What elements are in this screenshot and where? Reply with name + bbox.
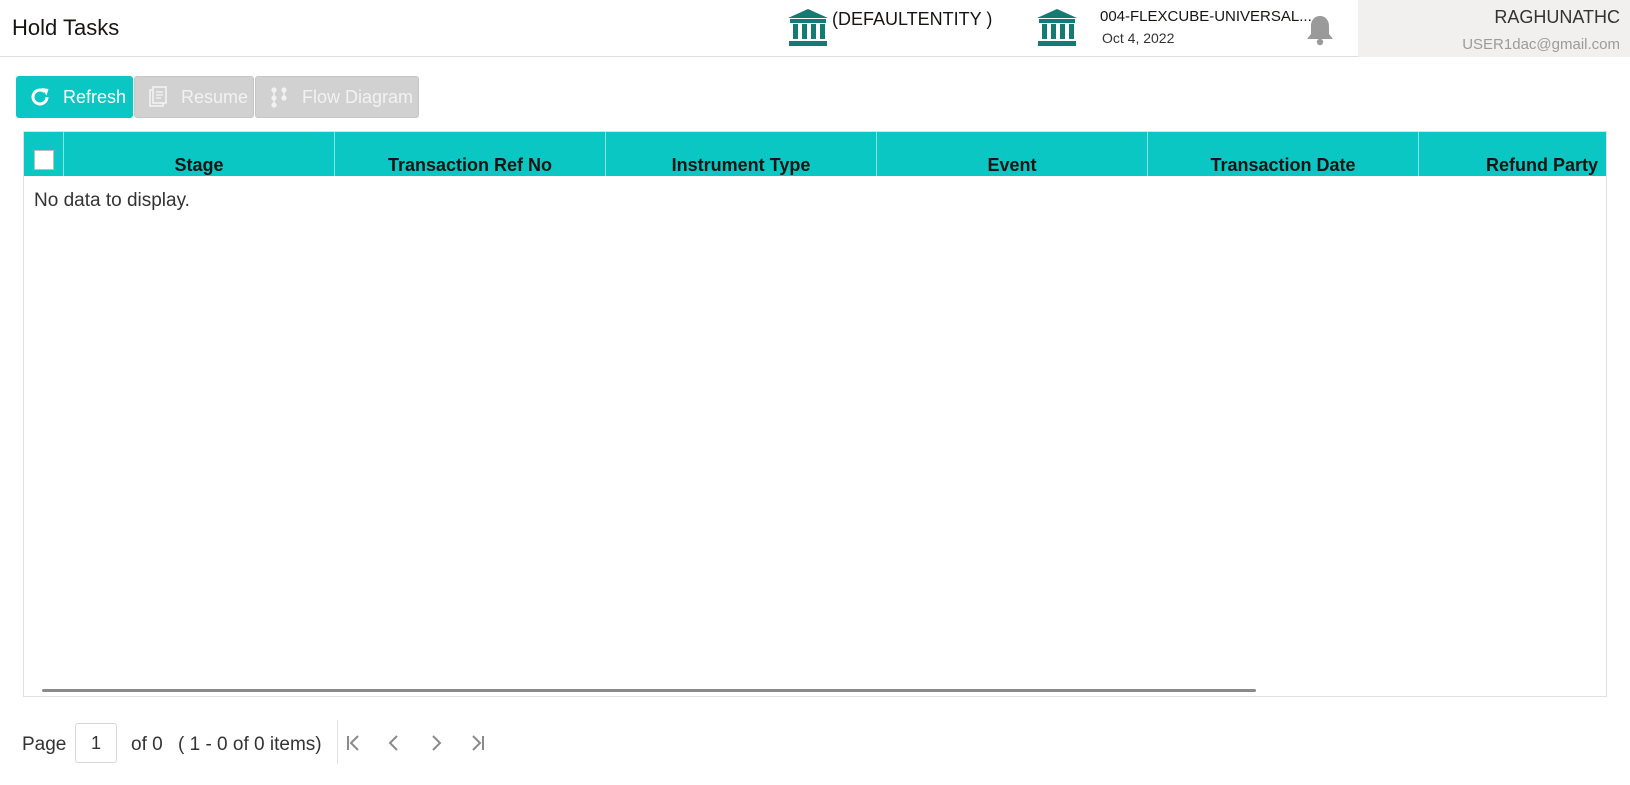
- grid-header: Stage Transaction Ref No Instrument Type…: [24, 132, 1606, 176]
- branch-selector[interactable]: 004-FLEXCUBE-UNIVERSAL...: [1100, 8, 1312, 25]
- page-title: Hold Tasks: [12, 15, 120, 40]
- prev-page-icon[interactable]: [383, 732, 405, 754]
- user-menu[interactable]: RAGHUNATHC USER1dac@gmail.com: [1358, 0, 1630, 57]
- user-email: USER1dac@gmail.com: [1462, 36, 1620, 53]
- column-label: Transaction Ref No: [387, 155, 553, 175]
- column-label: Stage: [174, 155, 224, 175]
- select-all-checkbox[interactable]: [34, 150, 54, 170]
- empty-message: No data to display.: [34, 190, 190, 211]
- user-name: RAGHUNATHC: [1494, 7, 1620, 27]
- page-label: Page: [22, 734, 67, 755]
- last-page-icon[interactable]: [467, 732, 489, 754]
- horizontal-scrollbar[interactable]: [42, 689, 1256, 692]
- column-header-event[interactable]: Event: [877, 132, 1148, 176]
- column-label: Transaction Date: [1210, 155, 1356, 175]
- branch-bank-icon: [1037, 9, 1077, 46]
- flow-diagram-button[interactable]: Flow Diagram: [255, 76, 419, 118]
- refresh-icon: [31, 88, 49, 106]
- resume-label: Resume: [181, 86, 249, 107]
- first-page-icon[interactable]: [342, 732, 364, 754]
- refresh-label: Refresh: [63, 86, 127, 107]
- column-label: Event: [987, 155, 1037, 175]
- app-header: Hold Tasks (DEFAULTENTITY ) 004-FLEXCUBE…: [0, 0, 1630, 57]
- refresh-button[interactable]: Refresh: [16, 76, 133, 118]
- column-header-transaction-date[interactable]: Transaction Date: [1148, 132, 1419, 176]
- branch-date: Oct 4, 2022: [1102, 30, 1175, 46]
- column-header-instrument-type[interactable]: Instrument Type: [606, 132, 877, 176]
- page-number-input[interactable]: [75, 723, 117, 763]
- select-column: [24, 132, 64, 176]
- resume-icon: [149, 86, 167, 107]
- entity-selector[interactable]: (DEFAULTENTITY ): [832, 9, 992, 30]
- page-count: of 0: [131, 734, 163, 755]
- flow-diagram-icon: [271, 87, 287, 108]
- flow-diagram-label: Flow Diagram: [302, 86, 414, 107]
- resume-button[interactable]: Resume: [134, 76, 254, 118]
- entity-bank-icon: [788, 9, 828, 46]
- next-page-icon[interactable]: [425, 732, 447, 754]
- column-header-transaction-ref-no[interactable]: Transaction Ref No: [335, 132, 606, 176]
- items-count: ( 1 - 0 of 0 items): [178, 734, 322, 755]
- column-header-stage[interactable]: Stage: [64, 132, 335, 176]
- hold-tasks-grid: Stage Transaction Ref No Instrument Type…: [23, 131, 1607, 697]
- column-label: Refund Party: [1485, 155, 1598, 175]
- column-label: Instrument Type: [671, 155, 811, 175]
- bell-icon[interactable]: [1305, 14, 1335, 46]
- column-header-refund-party[interactable]: Refund Party: [1419, 132, 1606, 176]
- pager-divider: [337, 720, 338, 764]
